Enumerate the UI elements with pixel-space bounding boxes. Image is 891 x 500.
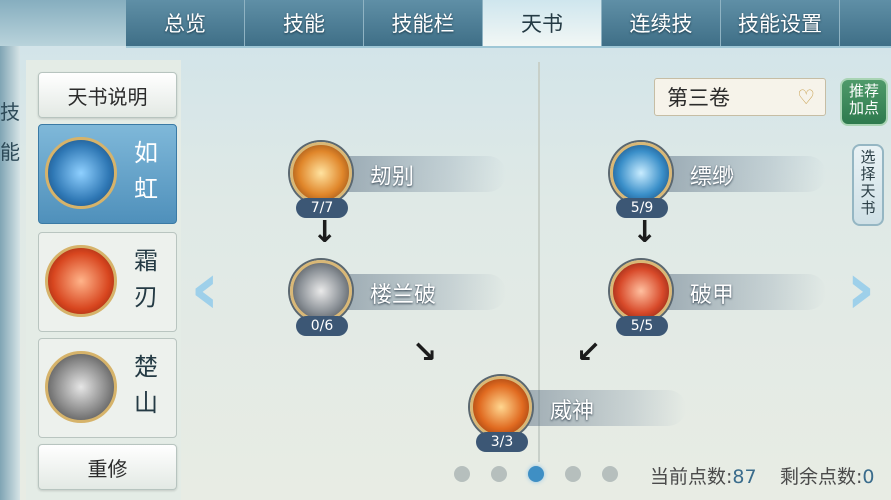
volume-label: 第三卷 [667,86,730,110]
book-item-ruhong[interactable]: 如虹 [38,124,177,224]
skill-name: 缥缈 [690,165,735,190]
skill-icon [610,142,672,204]
remaining-points-value: 0 [862,466,875,488]
skill-band [506,390,686,426]
reset-button[interactable]: 重修 [38,444,177,490]
arrow-down-right-icon: ↘ [412,335,438,370]
skill-node-piaomiao[interactable]: 缥缈 5/9 [610,142,840,218]
page-dot[interactable] [565,466,581,482]
book-emblem-icon [45,137,117,209]
choose-book-button[interactable]: 选择天书 [852,144,884,226]
book-emblem-icon [45,351,117,423]
skill-node-weishen[interactable]: 威神 3/3 [470,376,700,452]
book-item-shuangren[interactable]: 霜刃 [38,232,177,332]
skill-name: 破甲 [690,283,735,308]
page-dot[interactable] [602,466,618,482]
tab-skills[interactable]: 技能 [245,0,364,46]
tab-celestial-book[interactable]: 天书 [483,0,602,46]
tab-skill-settings[interactable]: 技能设置 [721,0,840,46]
tab-combo[interactable]: 连续技 [602,0,721,46]
skill-node-pojia[interactable]: 破甲 5/5 [610,260,840,336]
skill-icon [290,142,352,204]
skill-icon [470,376,532,438]
page-dot-active[interactable] [528,466,544,482]
side-tab-char: 技 [0,100,20,124]
page-dot[interactable] [491,466,507,482]
skill-node-loulanpo[interactable]: 楼兰破 0/6 [290,260,520,336]
prev-page-arrow-icon[interactable]: ‹ [190,252,220,324]
skill-level: 5/5 [616,316,668,336]
arrow-down-icon: ↓ [632,215,658,250]
skill-tab-bar: 总览 技能 技能栏 天书 连续技 技能设置 [126,0,891,48]
skill-band [646,274,826,310]
book-info-button[interactable]: 天书说明 [38,72,177,118]
current-points-label: 当前点数: [650,466,733,488]
volume-select[interactable]: 第三卷 ♡ [654,78,826,116]
book-name: 霜刃 [134,247,158,311]
next-page-arrow-icon[interactable]: › [846,252,876,324]
book-name: 楚山 [134,353,158,417]
chevron-down-icon: ♡ [797,85,815,109]
skill-node-jiebie[interactable]: 刼别 7/7 [290,142,520,218]
skill-icon [610,260,672,322]
page-dot[interactable] [454,466,470,482]
remaining-points: 剩余点数:0 [780,462,875,489]
skill-name: 威神 [550,399,595,424]
tab-overview[interactable]: 总览 [126,0,245,46]
top-left-ornament [0,0,126,46]
arrow-down-icon: ↓ [312,215,338,250]
recommend-points-button[interactable]: 推荐加点 [840,78,888,126]
skill-level: 0/6 [296,316,348,336]
skill-band [646,156,826,192]
skill-icon [290,260,352,322]
skill-level: 3/3 [476,432,528,452]
side-tab-strip[interactable]: 技 能 [0,46,20,500]
book-name: 如虹 [134,139,158,203]
tab-skill-bar[interactable]: 技能栏 [364,0,483,46]
book-emblem-icon [45,245,117,317]
skill-name: 刼别 [370,165,415,190]
arrow-down-left-icon: ↙ [576,335,602,370]
remaining-points-label: 剩余点数: [780,466,863,488]
skill-band [326,156,506,192]
skill-name: 楼兰破 [370,283,437,308]
current-points: 当前点数:87 [650,462,757,489]
side-tab-char: 能 [0,140,20,164]
book-item-chushan[interactable]: 楚山 [38,338,177,438]
current-points-value: 87 [732,466,757,488]
